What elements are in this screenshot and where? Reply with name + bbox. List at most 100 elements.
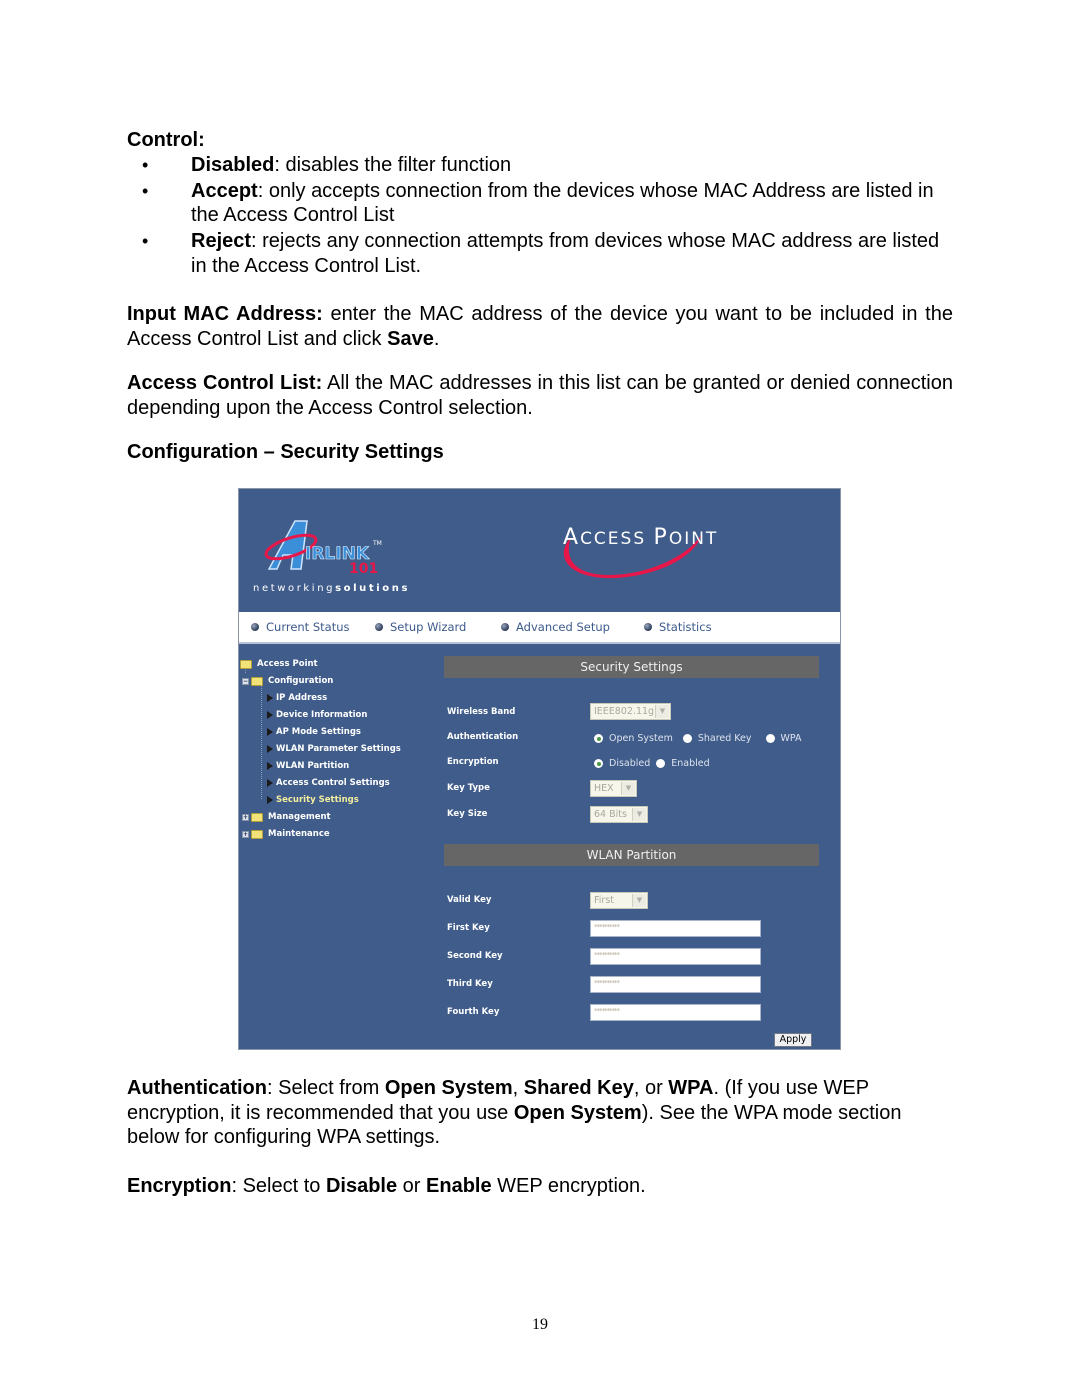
term: Access Control List:	[127, 372, 323, 394]
second-key-input[interactable]: **********	[590, 948, 761, 965]
radio-label: WPA	[780, 733, 802, 744]
radio-shared-key[interactable]: Shared Key	[682, 733, 752, 744]
bullet-icon	[251, 623, 259, 631]
arrow-right-icon	[267, 745, 273, 753]
radio-checked-icon	[594, 759, 603, 768]
bullet-icon: •	[142, 180, 149, 201]
fourth-key-input[interactable]: **********	[590, 1004, 761, 1021]
radio-label: Open System	[609, 733, 673, 744]
chevron-down-icon: ▼	[655, 705, 669, 718]
term: Authentication	[127, 1077, 267, 1099]
radio-checked-icon	[594, 734, 603, 743]
tree-item-wlan-partition[interactable]: WLAN Partition	[267, 761, 349, 771]
svg-text:TM: TM	[372, 540, 382, 547]
control-section: Control: • Disabled: disables the filter …	[127, 128, 953, 280]
header-banner: IRLINK TM 101 networkingsolutions ACCESS…	[239, 489, 840, 612]
tree-item-ip-address[interactable]: IP Address	[267, 693, 327, 703]
text: WEP encryption.	[491, 1175, 646, 1197]
expand-icon[interactable]: +	[242, 830, 249, 838]
wireless-band-select[interactable]: IEEE802.11g ▼	[590, 703, 671, 720]
bullet-icon	[375, 623, 383, 631]
term: Disable	[325, 1175, 398, 1197]
collapse-icon[interactable]: −	[242, 677, 249, 685]
tree-label: Access Point	[257, 659, 318, 669]
tree-label: Access Control Settings	[276, 778, 390, 788]
first-key-label: First Key	[447, 923, 490, 933]
nav-label: Statistics	[659, 620, 712, 634]
control-heading: Control:	[127, 129, 205, 151]
tree-item-security-settings[interactable]: Security Settings	[267, 795, 359, 805]
apply-button[interactable]: Apply	[774, 1033, 812, 1047]
term: Open System	[384, 1077, 513, 1099]
tree-item-access-point[interactable]: Access Point	[240, 659, 318, 669]
third-key-input[interactable]: **********	[590, 976, 761, 993]
top-nav: Current Status Setup Wizard Advanced Set…	[239, 612, 840, 644]
term: Reject	[191, 230, 252, 252]
tree-item-maintenance[interactable]: + Maintenance	[242, 829, 330, 839]
description: : only accepts connection from the devic…	[191, 179, 934, 227]
second-key-label: Second Key	[447, 951, 503, 961]
radio-enabled[interactable]: Enabled	[656, 758, 710, 769]
folder-open-icon	[251, 676, 263, 686]
nav-current-status[interactable]: Current Status	[251, 620, 350, 634]
tree-item-access-control-settings[interactable]: Access Control Settings	[267, 778, 390, 788]
select-value: IEEE802.11g	[594, 706, 655, 717]
radio-open-system[interactable]: Open System	[594, 733, 673, 744]
tree-label: AP Mode Settings	[276, 727, 361, 737]
product-title: ACCESS POINT	[563, 525, 718, 550]
valid-key-select[interactable]: First ▼	[590, 892, 648, 909]
page-number: 19	[532, 1316, 548, 1333]
description: : disables the filter function	[274, 153, 512, 176]
description: : rejects any connection attempts from d…	[191, 230, 940, 277]
tree-item-ap-mode-settings[interactable]: AP Mode Settings	[267, 727, 361, 737]
radio-unchecked-icon	[765, 734, 775, 743]
tree-item-wlan-parameter-settings[interactable]: WLAN Parameter Settings	[267, 744, 401, 754]
tree-item-configuration[interactable]: − Configuration	[242, 676, 333, 686]
tree-label: WLAN Partition	[276, 761, 350, 771]
radio-unchecked-icon	[682, 734, 692, 743]
bullet-icon: •	[142, 231, 149, 251]
text: : Select from	[267, 1077, 385, 1099]
first-key-input[interactable]: **********	[590, 920, 761, 937]
arrow-right-icon	[267, 728, 273, 736]
key-size-select[interactable]: 64 Bits ▼	[590, 806, 648, 823]
section-heading: Configuration – Security Settings	[127, 441, 444, 463]
third-key-label: Third Key	[447, 979, 493, 989]
expand-icon[interactable]: +	[242, 813, 249, 821]
term: WPA	[668, 1077, 714, 1099]
tree-label: Security Settings	[276, 795, 359, 805]
tree-label: WLAN Parameter Settings	[276, 744, 401, 754]
tree-item-device-information[interactable]: Device Information	[267, 710, 367, 720]
encryption-radio-group: Disabled Enabled	[594, 758, 720, 769]
nav-setup-wizard[interactable]: Setup Wizard	[375, 620, 466, 634]
nav-label: Advanced Setup	[516, 620, 610, 634]
radio-wpa[interactable]: WPA	[765, 733, 802, 744]
tree-label: Configuration	[268, 676, 334, 686]
title-rest: CCESS	[580, 529, 654, 549]
security-settings-header: Security Settings	[444, 656, 819, 678]
tagline-bold: solutions	[335, 583, 410, 594]
text: ,	[512, 1077, 524, 1099]
title-rest: OINT	[668, 529, 719, 549]
term: Shared Key	[523, 1077, 634, 1099]
chevron-down-icon: ▼	[621, 782, 635, 795]
arrow-right-icon	[267, 779, 273, 787]
term: Disabled	[191, 153, 275, 176]
tree-item-management[interactable]: + Management	[242, 812, 331, 822]
tree-label: Management	[268, 812, 331, 822]
select-value: HEX	[594, 783, 614, 794]
authentication-label: Authentication	[447, 732, 519, 742]
encryption-label: Encryption	[447, 757, 499, 767]
nav-label: Current Status	[266, 620, 350, 634]
nav-statistics[interactable]: Statistics	[644, 620, 712, 634]
arrow-right-icon	[267, 796, 273, 804]
radio-disabled[interactable]: Disabled	[594, 758, 650, 769]
title-letter: A	[563, 525, 581, 550]
select-value: 64 Bits	[594, 809, 627, 820]
key-type-select[interactable]: HEX ▼	[590, 780, 637, 797]
bullet-icon: •	[142, 154, 149, 175]
text: .	[433, 327, 440, 350]
nav-advanced-setup[interactable]: Advanced Setup	[501, 620, 610, 634]
title-letter: P	[653, 525, 669, 550]
authentication-radio-group: Open System Shared Key WPA	[594, 733, 812, 744]
